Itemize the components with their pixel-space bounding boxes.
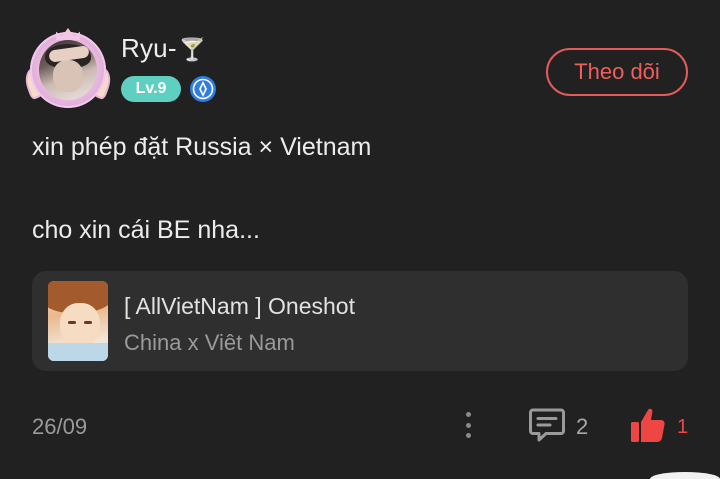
follow-button[interactable]: Theo dõi [546,48,688,96]
user-avatar[interactable] [21,28,115,110]
story-title: [ AllVietNam ] Oneshot [124,293,355,319]
blue-rank-badge-icon [190,76,216,102]
comment-count: 2 [576,414,589,439]
comment-icon [529,408,565,442]
thumbs-up-icon [631,408,665,442]
author-name[interactable]: Ryu-🍸 [121,33,206,64]
next-element-edge [650,472,720,479]
post-date: 26/09 [32,414,88,439]
post-text-line: xin phép đặt Russia × Vietnam [32,133,372,161]
linked-story-card[interactable]: [ AllVietNam ] Oneshot China x Viêt Nam [32,271,688,371]
cocktail-emoji: 🍸 [178,37,207,62]
like-button[interactable]: 1 [630,404,694,448]
more-options-button[interactable] [456,408,480,442]
like-count: 1 [677,416,689,438]
comment-button[interactable]: 2 [528,404,596,448]
level-badge: Lv.9 [121,76,181,102]
more-dots-icon [465,412,471,417]
story-subtitle: China x Viêt Nam [124,330,295,355]
story-cover-image [48,281,108,361]
post-text-line: cho xin cái BE nha... [32,216,260,244]
avatar-photo [39,40,97,100]
post-card: Ryu-🍸 Lv.9 Theo dõi xin phép đặt Russia … [0,0,720,479]
